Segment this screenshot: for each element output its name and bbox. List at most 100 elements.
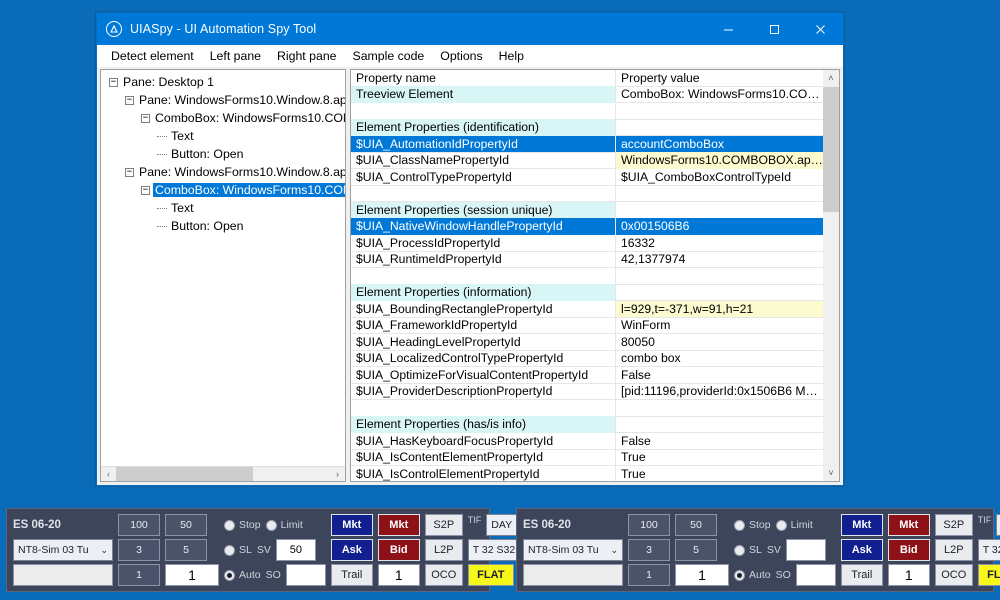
hscroll-track[interactable]	[116, 466, 330, 481]
menu-item-right-pane[interactable]: Right pane	[269, 47, 344, 65]
tree-expander-icon[interactable]: −	[125, 95, 134, 105]
property-row[interactable]: $UIA_AutomationIdPropertyId accountComboB…	[351, 135, 823, 153]
tree-node[interactable]: −Pane: WindowsForms10.Window.8.app.0.e4c	[101, 91, 345, 109]
vscroll-thumb[interactable]	[823, 87, 839, 212]
chevron-down-icon[interactable]: ⌄	[610, 545, 618, 556]
trail-quantity-field[interactable]: 1	[887, 564, 930, 586]
market-sell-button[interactable]: Mkt	[377, 514, 420, 536]
so-input[interactable]	[285, 564, 326, 586]
radio-limit[interactable]: Limit	[775, 519, 813, 531]
trail-button[interactable]: Trail	[840, 564, 883, 586]
order-quantity-field[interactable]: 1	[675, 564, 729, 586]
hscroll-thumb[interactable]	[116, 466, 253, 481]
atm-strategy-select[interactable]: T 32 S32 x 1⌄	[977, 539, 1000, 561]
property-row[interactable]: $UIA_ControlTypePropertyId $UIA_ComboBoxC…	[351, 168, 823, 186]
l2p-button[interactable]: L2P	[424, 539, 463, 561]
property-row[interactable]: $UIA_NativeWindowHandlePropertyId 0x00150…	[351, 218, 823, 235]
radio-sl[interactable]: SL	[224, 544, 252, 556]
l2p-button[interactable]: L2P	[934, 539, 973, 561]
radio-limit[interactable]: Limit	[265, 519, 303, 531]
bid-button[interactable]: Bid	[377, 539, 420, 561]
s2p-button[interactable]: S2P	[424, 514, 463, 536]
text-input[interactable]	[523, 564, 623, 586]
order-quantity-field[interactable]: 1	[165, 564, 219, 586]
tree-node[interactable]: −ComboBox: WindowsForms10.COMBOB	[101, 181, 345, 199]
radio-sl-dot[interactable]	[224, 544, 235, 556]
property-row[interactable]: $UIA_FrameworkIdPropertyId WinForm	[351, 317, 823, 334]
property-row[interactable]: Element Properties (has/is info)	[351, 416, 823, 433]
property-row[interactable]	[351, 185, 823, 202]
property-row[interactable]: $UIA_ProviderDescriptionPropertyId [pid:1…	[351, 383, 823, 400]
property-row[interactable]: $UIA_ClassNamePropertyId WindowsForms10.C…	[351, 152, 823, 169]
so-input[interactable]	[795, 564, 836, 586]
scroll-left-icon[interactable]: ‹	[101, 467, 116, 482]
tree-node[interactable]: −ComboBox: WindowsForms10.COMBOB	[101, 109, 345, 127]
property-row[interactable]	[351, 399, 823, 417]
tree-node[interactable]: Text	[101, 127, 345, 145]
radio-auto-dot[interactable]	[734, 569, 745, 581]
radio-auto[interactable]: Auto	[734, 569, 771, 581]
qty-stepper-2[interactable]: 3	[628, 539, 670, 561]
tree-expander-icon[interactable]: −	[109, 77, 118, 87]
scroll-right-icon[interactable]: ›	[330, 467, 345, 482]
qty-stepper-4[interactable]: 50	[165, 514, 207, 536]
close-button[interactable]	[797, 13, 843, 45]
oco-button[interactable]: OCO	[424, 564, 463, 586]
ask-button[interactable]: Ask	[330, 539, 373, 561]
tree-horizontal-scrollbar[interactable]: ‹ ›	[101, 466, 345, 481]
property-row[interactable]: $UIA_HasKeyboardFocusPropertyId False	[351, 432, 823, 450]
radio-sl[interactable]: SL	[734, 544, 762, 556]
qty-stepper-5[interactable]: 5	[675, 539, 717, 561]
property-grid-pane[interactable]: Property name Property value Treeview Elem…	[350, 69, 840, 482]
chevron-down-icon[interactable]: ⌄	[100, 545, 108, 556]
tree-node[interactable]: −Pane: WindowsForms10.Window.8.app.0.e4c	[101, 163, 345, 181]
tree-expander-icon[interactable]: −	[141, 185, 150, 195]
menu-item-detect-element[interactable]: Detect element	[103, 47, 202, 65]
menu-item-options[interactable]: Options	[432, 47, 490, 65]
property-row[interactable]: Element Properties (session unique)	[351, 201, 823, 219]
scroll-up-icon[interactable]: ˄	[823, 70, 839, 86]
ask-button[interactable]: Ask	[840, 539, 883, 561]
account-select[interactable]: NT8-Sim 03 Tu ⌄	[523, 539, 623, 561]
market-buy-button[interactable]: Mkt	[840, 514, 883, 536]
property-grid-header[interactable]: Property name Property value	[351, 70, 823, 87]
menu-item-sample-code[interactable]: Sample code	[345, 47, 433, 65]
property-row[interactable]: $UIA_RuntimeIdPropertyId 42,1377974	[351, 251, 823, 268]
property-row[interactable]: $UIA_ProcessIdPropertyId 16332	[351, 234, 823, 252]
tree-expander-icon[interactable]: −	[141, 113, 150, 123]
menu-item-help[interactable]: Help	[491, 47, 532, 65]
element-tree-pane[interactable]: − Pane: Desktop 1− Pane: WindowsForms10.Wi…	[100, 69, 346, 482]
qty-stepper-5[interactable]: 5	[165, 539, 207, 561]
text-input[interactable]	[13, 564, 113, 586]
radio-auto-dot[interactable]	[224, 569, 235, 581]
property-row[interactable]: $UIA_IsControlElementPropertyId True	[351, 465, 823, 481]
sv-input[interactable]: 50	[275, 539, 316, 561]
sv-input[interactable]	[785, 539, 826, 561]
property-row[interactable]: Element Properties (information)	[351, 284, 823, 301]
radio-stop[interactable]: Stop	[224, 519, 261, 531]
property-row[interactable]	[351, 102, 823, 120]
account-select[interactable]: NT8-Sim 03 Tu ⌄	[13, 539, 113, 561]
qty-stepper-2[interactable]: 3	[118, 539, 160, 561]
qty-stepper-4[interactable]: 50	[675, 514, 717, 536]
trail-quantity-field[interactable]: 1	[377, 564, 420, 586]
qty-stepper-1[interactable]: 100	[628, 514, 670, 536]
tree-node[interactable]: Text	[101, 199, 345, 217]
flatten-button[interactable]: FLAT	[467, 564, 514, 586]
trail-button[interactable]: Trail	[330, 564, 373, 586]
property-row[interactable]: $UIA_HeadingLevelPropertyId 80050	[351, 333, 823, 351]
element-tree[interactable]: − Pane: Desktop 1− Pane: WindowsForms10.Wi…	[101, 70, 345, 466]
radio-stop-dot[interactable]	[734, 519, 745, 531]
radio-auto[interactable]: Auto	[224, 569, 261, 581]
oco-button[interactable]: OCO	[934, 564, 973, 586]
property-vertical-scrollbar[interactable]: ˄ ˅	[823, 70, 839, 481]
radio-limit-dot[interactable]	[775, 519, 787, 531]
flatten-button[interactable]: FLAT	[977, 564, 1000, 586]
tree-node[interactable]: Button: Open	[101, 145, 345, 163]
radio-limit-dot[interactable]	[265, 519, 277, 531]
property-row[interactable]: $UIA_IsContentElementPropertyId True	[351, 449, 823, 466]
tree-node[interactable]: Button: Open	[101, 217, 345, 235]
qty-stepper-1[interactable]: 100	[118, 514, 160, 536]
qty-stepper-3[interactable]: 1	[118, 564, 160, 586]
radio-stop-dot[interactable]	[224, 519, 235, 531]
